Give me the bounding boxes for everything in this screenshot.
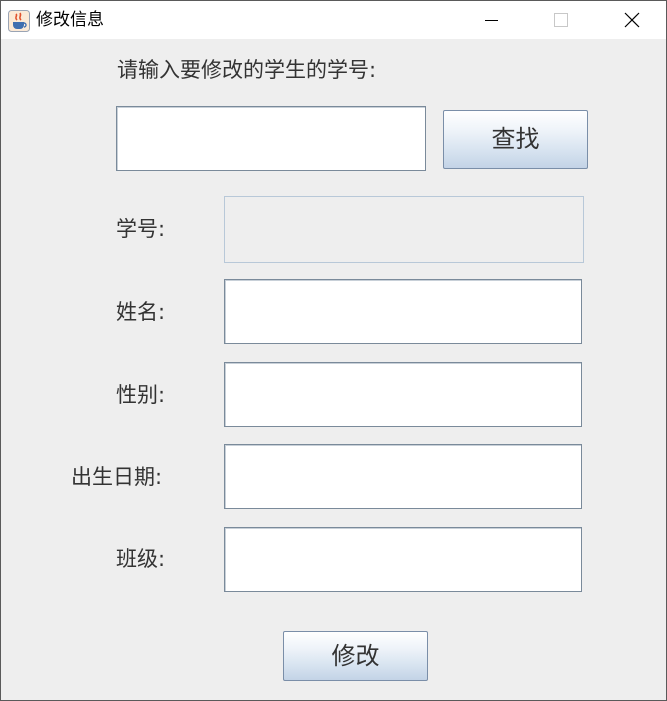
maximize-icon [554, 13, 568, 27]
gender-field[interactable] [224, 362, 582, 427]
window-title: 修改信息 [36, 10, 104, 30]
modify-info-window: 修改信息 请输入要修改的学生的学号: 查找 学号: 姓名: 性别: 出生日期: … [0, 0, 667, 701]
close-button[interactable] [608, 1, 654, 39]
birth-date-label: 出生日期: [71, 465, 163, 489]
search-button[interactable]: 查找 [443, 110, 588, 169]
student-id-label: 学号: [116, 217, 166, 241]
minimize-icon [485, 20, 498, 21]
name-field[interactable] [224, 279, 582, 344]
student-id-field [224, 196, 584, 263]
close-icon [624, 12, 640, 28]
title-bar: 修改信息 [1, 1, 666, 39]
gender-label: 性别: [116, 383, 166, 407]
modify-button[interactable]: 修改 [283, 631, 428, 681]
class-field[interactable] [224, 527, 582, 592]
java-cup-icon [8, 10, 30, 32]
name-label: 姓名: [116, 300, 166, 324]
maximize-button[interactable] [537, 1, 583, 39]
class-label: 班级: [116, 547, 166, 571]
birth-date-field[interactable] [224, 444, 582, 509]
minimize-button[interactable] [468, 1, 514, 39]
search-prompt: 请输入要修改的学生的学号: [117, 58, 377, 82]
search-input[interactable] [116, 106, 426, 171]
